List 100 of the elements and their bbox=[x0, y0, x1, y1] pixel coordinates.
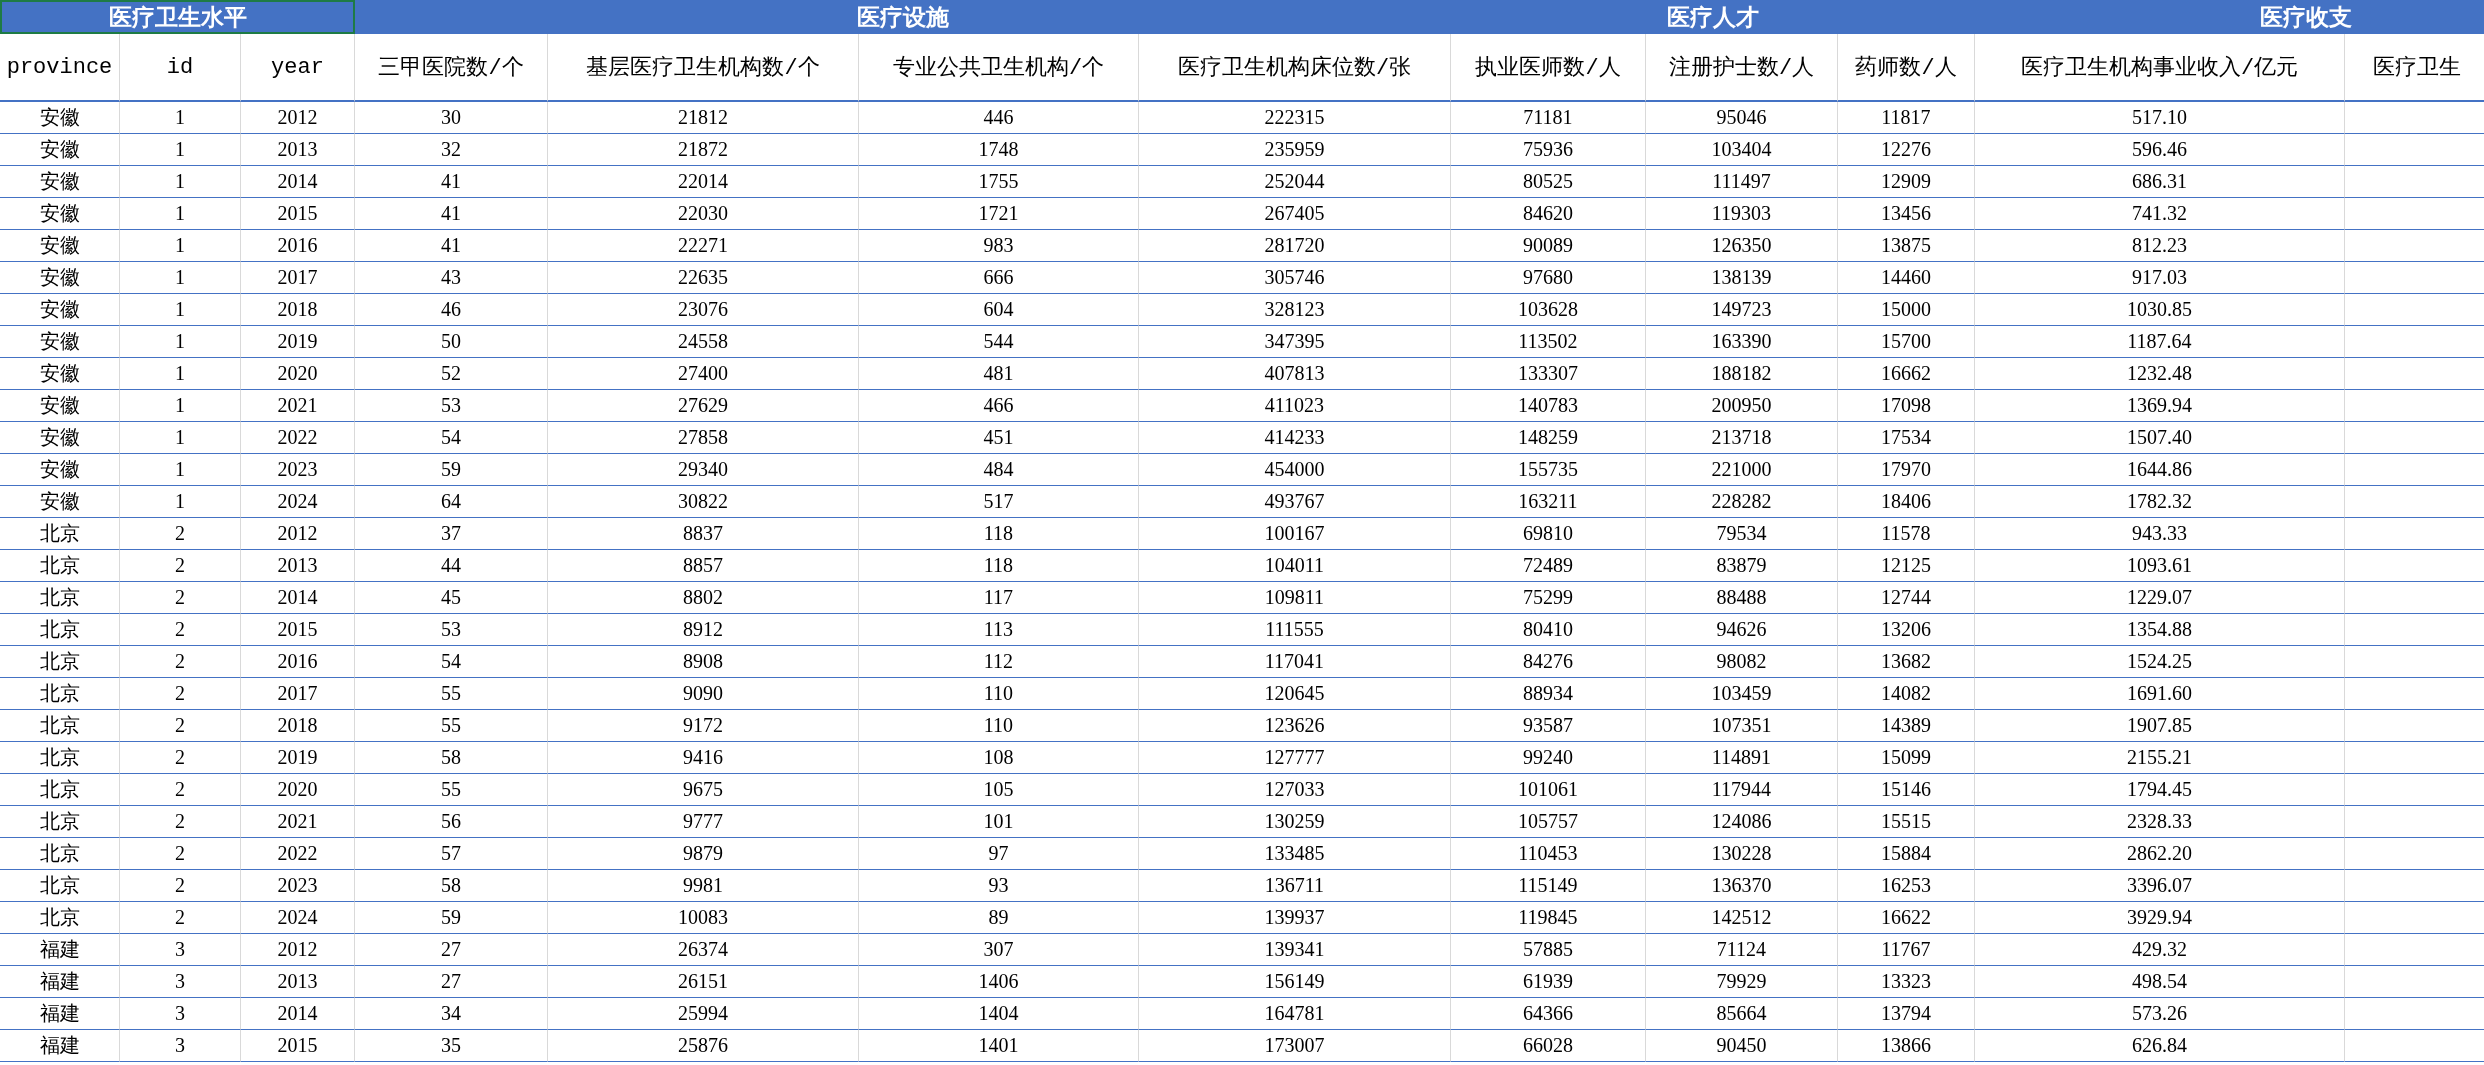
table-cell: 626.84 bbox=[1975, 1030, 2345, 1062]
table-cell: 104011 bbox=[1139, 550, 1451, 582]
table-cell: 2014 bbox=[241, 166, 355, 198]
table-cell: 84276 bbox=[1451, 646, 1646, 678]
table-cell: 8908 bbox=[548, 646, 859, 678]
table-cell: 118 bbox=[859, 518, 1139, 550]
table-cell: 27400 bbox=[548, 358, 859, 390]
column-header: 注册护士数/人 bbox=[1646, 34, 1838, 102]
column-header: 专业公共卫生机构/个 bbox=[859, 34, 1139, 102]
table-cell: 64366 bbox=[1451, 998, 1646, 1030]
table-cell: 130228 bbox=[1646, 838, 1838, 870]
table-cell: 451 bbox=[859, 422, 1139, 454]
table-cell: 1907.85 bbox=[1975, 710, 2345, 742]
table-cell: 252044 bbox=[1139, 166, 1451, 198]
table-cell: 79534 bbox=[1646, 518, 1838, 550]
table-cell: 484 bbox=[859, 454, 1139, 486]
table-cell: 11817 bbox=[1838, 102, 1975, 134]
table-cell: 115149 bbox=[1451, 870, 1646, 902]
table-cell: 75299 bbox=[1451, 582, 1646, 614]
table-cell: 163211 bbox=[1451, 486, 1646, 518]
table-cell: 安徽 bbox=[0, 294, 120, 326]
table-cell: 1721 bbox=[859, 198, 1139, 230]
table-cell: 2 bbox=[120, 838, 241, 870]
table-cell: 27 bbox=[355, 934, 548, 966]
table-cell: 2012 bbox=[241, 934, 355, 966]
table-cell: 1794.45 bbox=[1975, 774, 2345, 806]
table-cell: 13323 bbox=[1838, 966, 1975, 998]
table-cell: 130259 bbox=[1139, 806, 1451, 838]
table-cell: 281720 bbox=[1139, 230, 1451, 262]
table-cell: 18406 bbox=[1838, 486, 1975, 518]
table-cell: 2016 bbox=[241, 646, 355, 678]
table-cell: 3 bbox=[120, 998, 241, 1030]
table-cell: 98082 bbox=[1646, 646, 1838, 678]
table-cell: 741.32 bbox=[1975, 198, 2345, 230]
column-header: 执业医师数/人 bbox=[1451, 34, 1646, 102]
table-cell: 46 bbox=[355, 294, 548, 326]
table-cell: 12125 bbox=[1838, 550, 1975, 582]
table-cell: 北京 bbox=[0, 870, 120, 902]
table-cell: 140783 bbox=[1451, 390, 1646, 422]
table-cell: 1 bbox=[120, 454, 241, 486]
table-cell: 57885 bbox=[1451, 934, 1646, 966]
table-cell: 54 bbox=[355, 422, 548, 454]
table-cell: 64 bbox=[355, 486, 548, 518]
table-cell: 2018 bbox=[241, 294, 355, 326]
table-cell: 446 bbox=[859, 102, 1139, 134]
table-cell: 1 bbox=[120, 422, 241, 454]
table-cell: 2012 bbox=[241, 102, 355, 134]
table-cell: 61939 bbox=[1451, 966, 1646, 998]
table-cell: 2013 bbox=[241, 966, 355, 998]
table-cell: 85664 bbox=[1646, 998, 1838, 1030]
table-cell: 53 bbox=[355, 614, 548, 646]
table-cell: 25876 bbox=[548, 1030, 859, 1062]
table-cell: 604 bbox=[859, 294, 1139, 326]
table-cell: 111497 bbox=[1646, 166, 1838, 198]
table-cell: 328123 bbox=[1139, 294, 1451, 326]
table-cell: 2 bbox=[120, 518, 241, 550]
table-cell: 493767 bbox=[1139, 486, 1451, 518]
table-cell: 573.26 bbox=[1975, 998, 2345, 1030]
table-cell: 30822 bbox=[548, 486, 859, 518]
table-cell: 37 bbox=[355, 518, 548, 550]
table-cell: 83879 bbox=[1646, 550, 1838, 582]
table-cell: 93587 bbox=[1451, 710, 1646, 742]
table-cell: 1748 bbox=[859, 134, 1139, 166]
table-cell: 1 bbox=[120, 262, 241, 294]
column-header: year bbox=[241, 34, 355, 102]
table-cell: 1404 bbox=[859, 998, 1139, 1030]
table-cell: 15099 bbox=[1838, 742, 1975, 774]
table-cell: 26374 bbox=[548, 934, 859, 966]
table-cell: 59 bbox=[355, 454, 548, 486]
table-cell: 90089 bbox=[1451, 230, 1646, 262]
table-cell: 110 bbox=[859, 678, 1139, 710]
table-cell: 943.33 bbox=[1975, 518, 2345, 550]
table-cell: 15515 bbox=[1838, 806, 1975, 838]
table-cell: 2023 bbox=[241, 870, 355, 902]
table-cell: 188182 bbox=[1646, 358, 1838, 390]
table-cell: 2017 bbox=[241, 262, 355, 294]
column-header: 三甲医院数/个 bbox=[355, 34, 548, 102]
table-cell: 149723 bbox=[1646, 294, 1838, 326]
table-cell: 2023 bbox=[241, 454, 355, 486]
table-cell: 481 bbox=[859, 358, 1139, 390]
table-cell: 安徽 bbox=[0, 134, 120, 166]
table-cell: 1755 bbox=[859, 166, 1139, 198]
table-cell: 2017 bbox=[241, 678, 355, 710]
table-cell: 148259 bbox=[1451, 422, 1646, 454]
table-cell: 安徽 bbox=[0, 486, 120, 518]
table-cell: 3 bbox=[120, 966, 241, 998]
table-cell: 127033 bbox=[1139, 774, 1451, 806]
group-header-cell: 医疗设施 bbox=[355, 0, 1451, 34]
table-cell: 北京 bbox=[0, 774, 120, 806]
table-cell: 1401 bbox=[859, 1030, 1139, 1062]
table-cell: 123626 bbox=[1139, 710, 1451, 742]
table-cell: 2014 bbox=[241, 998, 355, 1030]
table-cell: 812.23 bbox=[1975, 230, 2345, 262]
table-cell: 福建 bbox=[0, 966, 120, 998]
table-cell: 17098 bbox=[1838, 390, 1975, 422]
table-cell: 2 bbox=[120, 742, 241, 774]
table-cell: 235959 bbox=[1139, 134, 1451, 166]
table-cell: 9090 bbox=[548, 678, 859, 710]
table-cell: 917.03 bbox=[1975, 262, 2345, 294]
table-cell: 8912 bbox=[548, 614, 859, 646]
